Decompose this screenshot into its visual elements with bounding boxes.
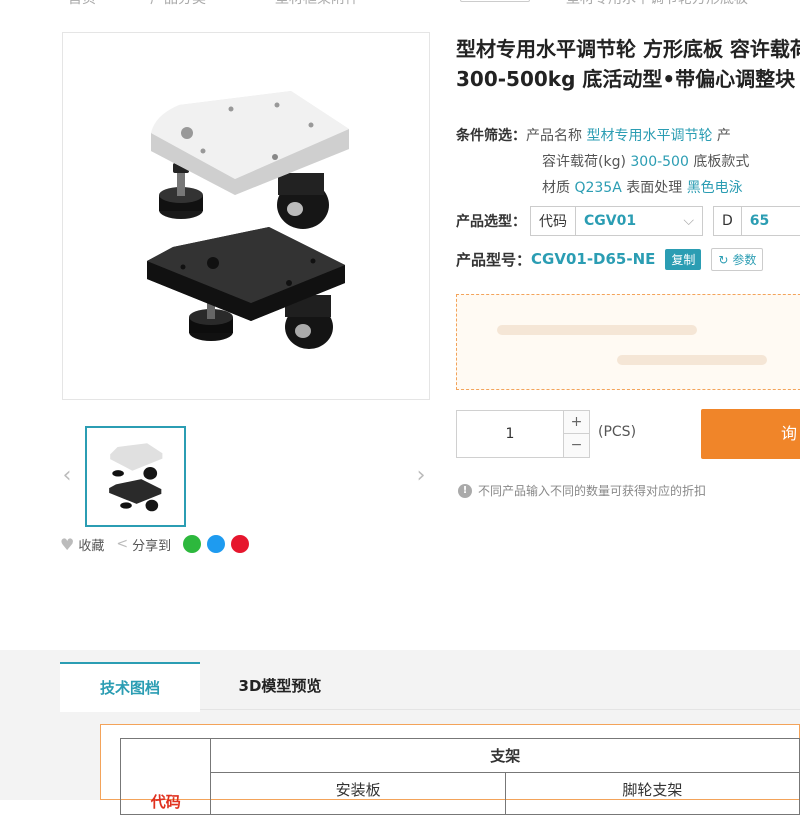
detail-tabs: 技术图档 3D模型预览 bbox=[60, 662, 800, 712]
tab-3d-model-preview[interactable]: 3D模型预览 bbox=[200, 662, 360, 710]
discount-hint: ! 不同产品输入不同的数量可获得对应的折扣 bbox=[458, 482, 706, 499]
model-label: 产品型号： bbox=[456, 250, 532, 269]
blurred-text bbox=[617, 355, 767, 365]
code-label: 代码 bbox=[530, 206, 575, 236]
decrement-button[interactable]: − bbox=[563, 434, 589, 457]
breadcrumb-separator: › bbox=[118, 0, 124, 4]
refresh-icon: ↻ bbox=[718, 252, 729, 267]
breadcrumb-dropdown[interactable]: 规格 bbox=[460, 0, 530, 2]
filter-value[interactable]: 型材专用水平调节轮 bbox=[586, 128, 712, 144]
d-label: D bbox=[713, 206, 741, 236]
model-value: CGV01-D65-NE bbox=[531, 250, 656, 268]
d-dropdown[interactable]: 65 bbox=[740, 206, 800, 236]
favorite-button[interactable]: ♥ 收藏 bbox=[60, 535, 104, 554]
filter-value[interactable]: Q235A bbox=[574, 180, 621, 196]
caster-assembly-thumbnail bbox=[109, 443, 163, 512]
filter-label: 条件筛选： bbox=[456, 128, 526, 144]
thumbnail-image[interactable] bbox=[85, 426, 186, 527]
product-model: 产品型号： CGV01-D65-NE 复制 ↻ 参数 bbox=[456, 246, 764, 272]
breadcrumb-item-current: 型材专用水平调节轮方形底板 bbox=[566, 0, 748, 8]
filter-value[interactable]: 黑色电泳 bbox=[687, 180, 743, 196]
copy-button[interactable]: 复制 bbox=[665, 248, 702, 270]
chevron-right-icon[interactable]: › bbox=[414, 462, 428, 490]
spec-header-mounting-plate: 安装板 bbox=[210, 772, 506, 815]
product-selection: 产品选型： 代码 CGV01 ⌵ D 65 bbox=[456, 206, 800, 236]
quantity-stepper[interactable]: 1 + − bbox=[456, 410, 590, 458]
share-button[interactable]: < 分享到 bbox=[116, 535, 171, 554]
parameter-button[interactable]: ↻ 参数 bbox=[711, 247, 764, 271]
filter-row: 容许载荷(kg) 300-500 底板款式 bbox=[542, 154, 750, 170]
breadcrumb-item[interactable]: 产品分类 bbox=[150, 0, 206, 8]
breadcrumb-item[interactable]: 首页 bbox=[68, 0, 96, 8]
breadcrumb-separator: › bbox=[540, 0, 546, 4]
selection-label: 产品选型： bbox=[456, 214, 526, 230]
breadcrumb-item[interactable]: 型材框架附件 bbox=[275, 0, 359, 8]
chevron-left-icon[interactable]: ‹ bbox=[60, 462, 74, 490]
blurred-text bbox=[497, 325, 697, 335]
social-toolbar: ♥ 收藏 < 分享到 bbox=[60, 532, 255, 556]
code-dropdown[interactable]: CGV01 ⌵ bbox=[575, 206, 703, 236]
filter-row: 条件筛选：产品名称 型材专用水平调节轮 产 bbox=[456, 128, 731, 144]
increment-button[interactable]: + bbox=[563, 411, 589, 434]
heart-icon: ♥ bbox=[60, 534, 75, 554]
filter-row: 材质 Q235A 表面处理 黑色电泳 bbox=[542, 180, 743, 196]
quantity-input[interactable]: 1 bbox=[457, 411, 563, 457]
product-title: 型材专用水平调节轮 方形底板 容许载荷300-500kg 底活动型•带偏心调整块 bbox=[456, 37, 800, 91]
caster-assembly-image bbox=[147, 91, 349, 349]
spec-header-caster-bracket: 脚轮支架 bbox=[504, 772, 800, 815]
qq-icon[interactable] bbox=[207, 535, 226, 553]
filter-value[interactable]: 300-500 bbox=[630, 154, 689, 170]
inquire-button[interactable]: 询 bbox=[701, 409, 800, 459]
spec-table: 代码 支架 安装板 脚轮支架 bbox=[119, 738, 800, 815]
breadcrumb: 首页 › 产品分类 › 型材框架附件 规格 › 型材专用水平调节轮方形底板 bbox=[0, 0, 800, 12]
promotion-box bbox=[456, 294, 800, 390]
weibo-icon[interactable] bbox=[231, 535, 250, 553]
tab-technical-drawings[interactable]: 技术图档 bbox=[60, 662, 200, 712]
spec-header-code: 代码 bbox=[119, 738, 212, 815]
spec-header-group: 支架 bbox=[210, 738, 800, 773]
breadcrumb-separator: › bbox=[250, 0, 256, 4]
main-product-image[interactable] bbox=[62, 32, 430, 400]
share-icon: < bbox=[116, 536, 129, 552]
wechat-icon[interactable] bbox=[183, 535, 202, 553]
quantity-unit: (PCS) bbox=[598, 424, 637, 440]
chevron-down-icon: ⌵ bbox=[683, 213, 694, 229]
info-icon: ! bbox=[458, 483, 472, 498]
